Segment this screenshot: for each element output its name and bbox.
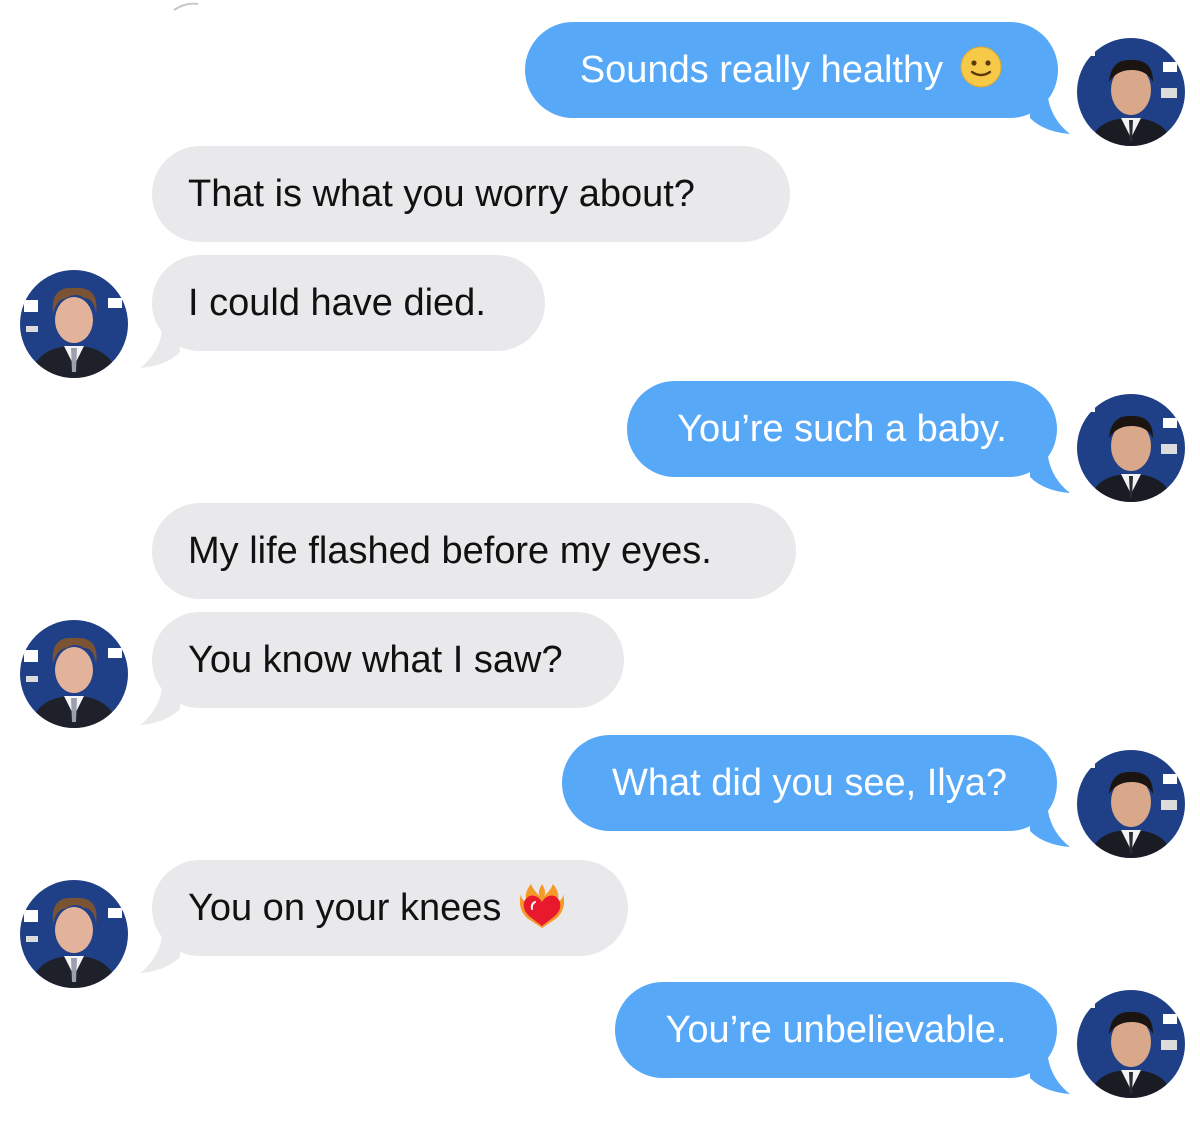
message-text: You on your knees	[188, 887, 502, 929]
received-bubble-tail	[140, 937, 180, 973]
sender-avatar[interactable]	[1077, 394, 1185, 502]
receiver-avatar[interactable]	[20, 270, 128, 378]
received-message-bubble[interactable]: You on your knees	[152, 860, 628, 956]
message-text: Sounds really healthy	[579, 49, 944, 91]
sent-bubble-tail	[1030, 811, 1070, 847]
received-message-bubble[interactable]: That is what you worry about?	[152, 146, 790, 242]
message-text: My life flashed before my eyes.	[188, 530, 712, 572]
avatar-man-dark-hair-icon	[1077, 38, 1185, 146]
message-text: You’re such a baby.	[677, 408, 1007, 450]
message-text: You know what I saw?	[188, 639, 563, 681]
avatar-man-curly-hair-icon	[20, 880, 128, 988]
message-text: What did you see, Ilya?	[612, 762, 1007, 804]
avatar-man-dark-hair-icon	[1077, 990, 1185, 1098]
sender-avatar[interactable]	[1077, 990, 1185, 1098]
sent-message-bubble[interactable]: You’re such a baby.	[627, 381, 1057, 477]
sent-message-bubble[interactable]: Sounds really healthy	[525, 22, 1058, 118]
received-bubble-tail	[140, 332, 180, 368]
sender-avatar[interactable]	[1077, 38, 1185, 146]
sender-avatar[interactable]	[1077, 750, 1185, 858]
avatar-man-dark-hair-icon	[1077, 394, 1185, 502]
message-text: That is what you worry about?	[188, 173, 695, 215]
sent-message-bubble[interactable]: What did you see, Ilya?	[562, 735, 1057, 831]
avatar-man-dark-hair-icon	[1077, 750, 1185, 858]
receiver-avatar[interactable]	[20, 620, 128, 728]
message-text: You’re unbelievable.	[665, 1009, 1007, 1051]
sent-message-bubble[interactable]: You’re unbelievable.	[615, 982, 1057, 1078]
message-thread: Sounds really healthy That is what you w…	[0, 0, 1200, 1127]
top-edge-mark	[173, 2, 199, 11]
sent-bubble-tail	[1030, 457, 1070, 493]
slightly-smiling-face-icon	[959, 45, 1003, 96]
message-text: I could have died.	[188, 282, 486, 324]
received-message-bubble[interactable]: I could have died.	[152, 255, 545, 351]
received-message-bubble[interactable]: You know what I saw?	[152, 612, 624, 708]
avatar-man-curly-hair-icon	[20, 620, 128, 728]
sent-bubble-tail	[1030, 98, 1070, 134]
heart-on-fire-icon	[517, 880, 567, 937]
receiver-avatar[interactable]	[20, 880, 128, 988]
sent-bubble-tail	[1030, 1058, 1070, 1094]
avatar-man-curly-hair-icon	[20, 270, 128, 378]
received-bubble-tail	[140, 689, 180, 725]
received-message-bubble[interactable]: My life flashed before my eyes.	[152, 503, 796, 599]
